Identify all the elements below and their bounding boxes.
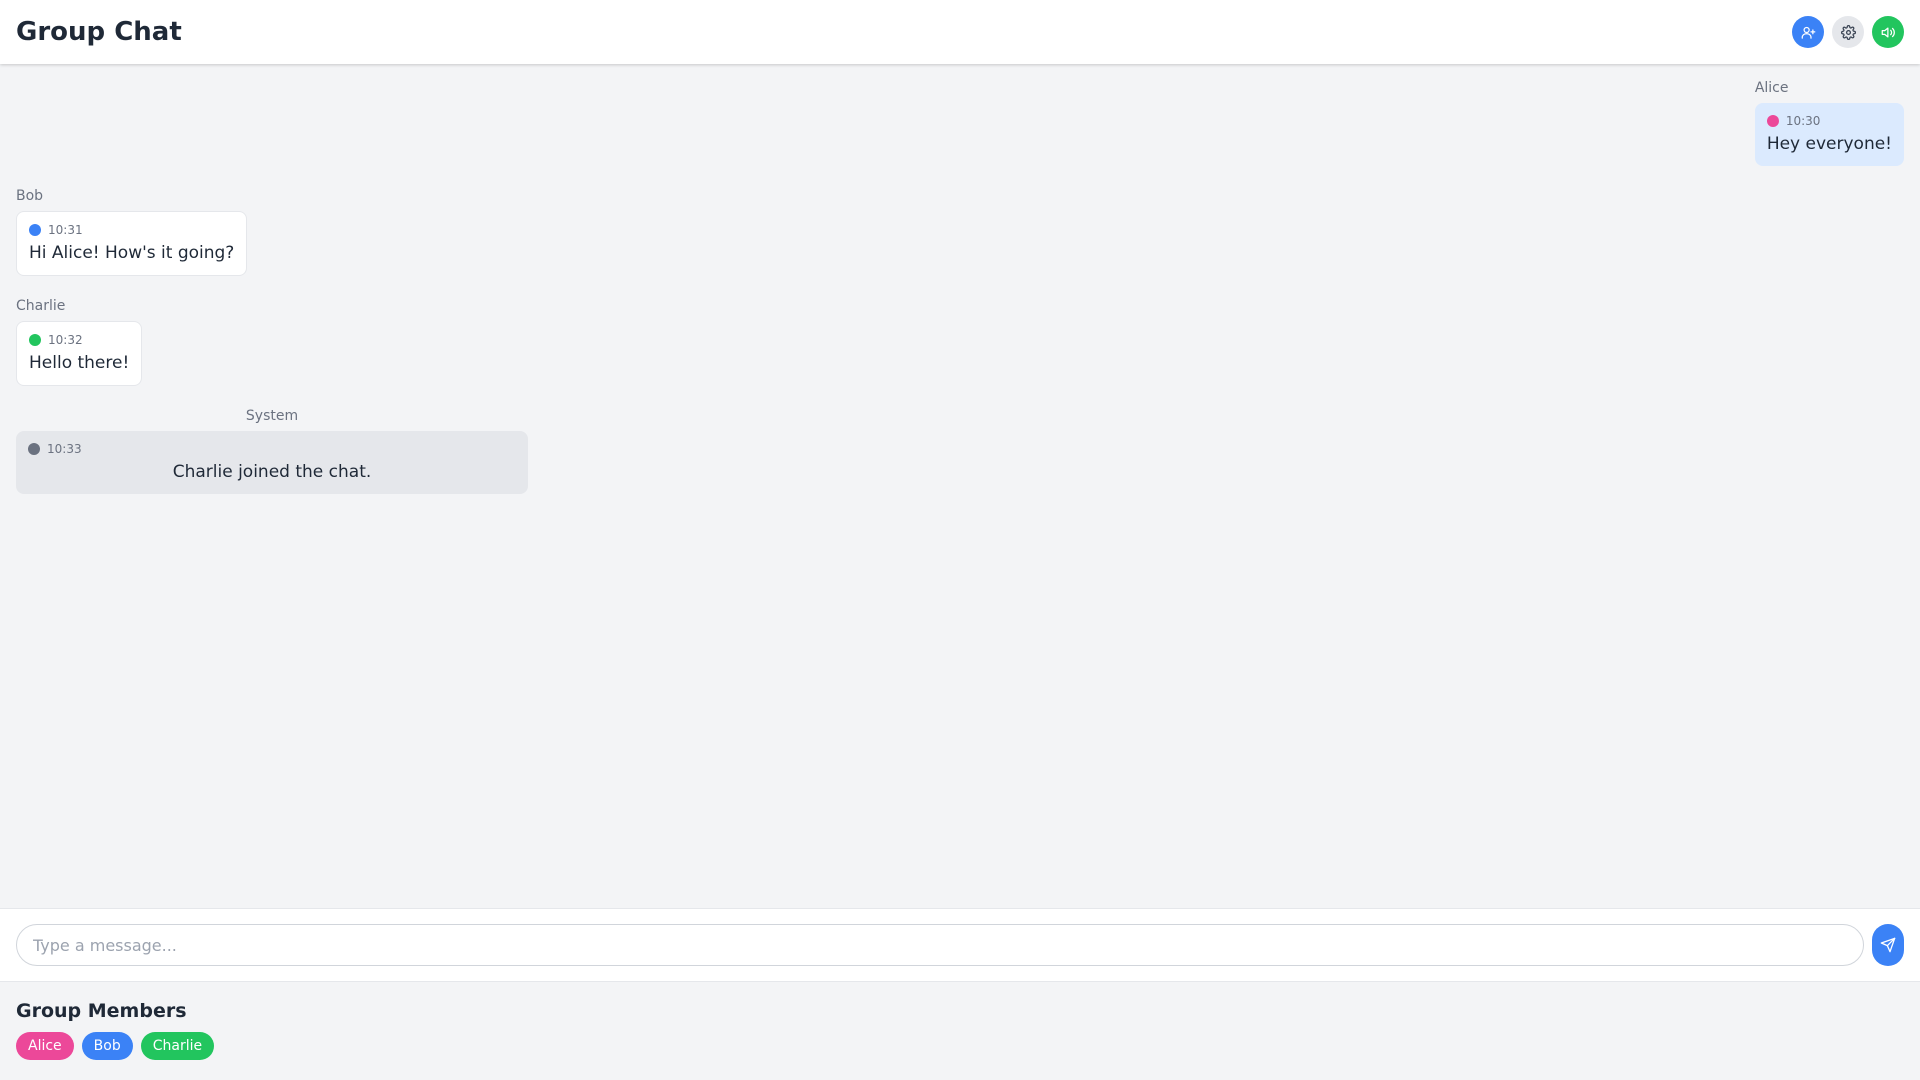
system-message: System 10:33 Charlie joined the chat.: [16, 408, 528, 494]
sender-status-dot: [1766, 115, 1779, 127]
message-meta: 10:30: [1766, 114, 1892, 128]
gear-icon: [1840, 24, 1856, 40]
message-item: Alice 10:30 Hey everyone!: [1754, 80, 1904, 166]
message-meta: 10:33: [28, 442, 516, 456]
sound-button[interactable]: [1872, 16, 1904, 48]
message-sender: System: [245, 408, 299, 424]
message-time: 10:31: [48, 223, 83, 237]
sender-status-dot: [29, 334, 41, 346]
send-icon: [1880, 937, 1896, 953]
speaker-icon: [1881, 27, 1895, 37]
message-meta: 10:31: [29, 223, 234, 237]
message-sender: Bob: [16, 188, 44, 204]
page-title: Group Chat: [16, 17, 182, 47]
message-bubble: 10:32 Hello there!: [16, 321, 143, 386]
member-chip-alice[interactable]: Alice: [16, 1032, 74, 1060]
sender-status-dot: [28, 443, 40, 455]
members-title: Group Members: [16, 1000, 187, 1022]
message-text: Hi Alice! How's it going?: [29, 243, 235, 263]
header-actions: [1792, 16, 1904, 48]
message-sender: Alice: [1754, 80, 1789, 96]
message-item: Bob 10:31 Hi Alice! How's it going?: [16, 188, 248, 276]
message-bubble: 10:33 Charlie joined the chat.: [16, 431, 528, 494]
member-chip-bob[interactable]: Bob: [81, 1032, 133, 1060]
chat-app: Group Chat Alice 10:30 Hey everyone! Bob…: [0, 0, 1920, 1080]
member-chip-charlie[interactable]: Charlie: [140, 1032, 215, 1060]
message-composer: [0, 908, 1920, 982]
message-text: Charlie joined the chat.: [172, 462, 372, 482]
add-user-button[interactable]: [1792, 16, 1824, 48]
group-members-panel: Group Members Alice Bob Charlie: [0, 982, 1920, 1080]
message-bubble: 10:30 Hey everyone!: [1754, 103, 1904, 166]
message-time: 10:30: [1785, 114, 1821, 128]
add-user-icon: [1801, 26, 1815, 39]
settings-button[interactable]: [1832, 16, 1864, 48]
message-time: 10:32: [48, 333, 83, 347]
chat-header: Group Chat: [0, 0, 1920, 64]
message-bubble: 10:31 Hi Alice! How's it going?: [16, 211, 248, 276]
message-meta: 10:32: [29, 333, 129, 347]
message-list: Alice 10:30 Hey everyone! Bob 10:31 Hi A…: [0, 64, 1920, 908]
message-text: Hello there!: [29, 353, 130, 373]
message-input[interactable]: [16, 924, 1864, 966]
message-item: Charlie 10:32 Hello there!: [16, 298, 143, 386]
member-list: Alice Bob Charlie: [16, 1032, 1904, 1060]
message-sender: Charlie: [16, 298, 66, 314]
message-text: Hey everyone!: [1766, 134, 1892, 154]
sender-status-dot: [29, 224, 41, 236]
send-button[interactable]: [1872, 924, 1904, 966]
message-time: 10:33: [47, 442, 82, 456]
